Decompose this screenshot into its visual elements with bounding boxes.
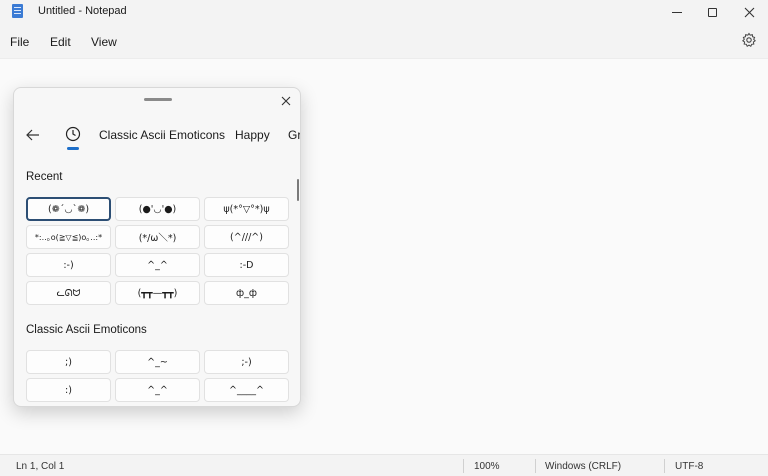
close-icon [281, 96, 291, 106]
maximize-icon [707, 7, 717, 17]
category-tabs: Classic Ascii Emoticons Happy Gr [14, 122, 300, 156]
maximize-button[interactable] [694, 0, 730, 24]
close-button[interactable] [731, 0, 767, 24]
tab-recent[interactable] [64, 125, 82, 143]
emoticon-button[interactable]: ^_^ [115, 378, 200, 402]
emoticon-button[interactable]: (❁´◡`❁) [26, 197, 111, 221]
menu-view[interactable]: View [91, 35, 117, 49]
emoticon-button[interactable]: ^_^ [115, 253, 200, 277]
emoticon-button[interactable]: ;-) [204, 350, 289, 374]
emoticon-button[interactable]: (┳┳—┳┳) [115, 281, 200, 305]
window-title: Untitled - Notepad [38, 5, 127, 17]
minimize-button[interactable] [659, 0, 695, 24]
scrollbar-thumb[interactable] [297, 179, 299, 201]
close-icon [744, 7, 754, 17]
gear-icon [742, 32, 756, 48]
emoticon-button[interactable]: (●'◡'●) [115, 197, 200, 221]
emoticon-button[interactable]: ^_~ [115, 350, 200, 374]
back-button[interactable] [24, 126, 42, 144]
zoom-level[interactable]: 100% [474, 461, 500, 472]
title-bar: Untitled - Notepad [0, 0, 768, 24]
emoticon-button[interactable]: (*/ω＼*) [115, 225, 200, 249]
cursor-position: Ln 1, Col 1 [16, 461, 65, 472]
emoticon-button[interactable]: ф_ф [204, 281, 289, 305]
menu-file[interactable]: File [10, 35, 29, 49]
clock-icon [65, 126, 81, 142]
status-bar: Ln 1, Col 1 100% Windows (CRLF) UTF-8 [0, 454, 768, 476]
tab-happy[interactable]: Happy [235, 128, 270, 142]
menu-bar: File Edit View [0, 28, 768, 56]
notepad-icon [12, 4, 23, 18]
status-divider [463, 459, 464, 473]
tab-more[interactable]: Gr [288, 128, 300, 142]
section-title-classic: Classic Ascii Emoticons [26, 324, 147, 336]
emoticon-button[interactable]: (^///^) [204, 225, 289, 249]
emoticon-button[interactable]: *:..｡o(≧▽≦)o｡..:* [26, 225, 111, 249]
line-ending[interactable]: Windows (CRLF) [545, 461, 621, 472]
minimize-icon [672, 11, 682, 13]
emoticon-button[interactable]: ^____^ [204, 378, 289, 402]
emoticon-button[interactable]: ;) [26, 350, 111, 374]
status-divider [664, 459, 665, 473]
panel-close-button[interactable] [278, 93, 294, 109]
status-divider [535, 459, 536, 473]
settings-button[interactable] [741, 32, 757, 48]
active-tab-indicator [67, 147, 79, 150]
emoticon-button[interactable]: :-) [26, 253, 111, 277]
emoticon-button[interactable]: :) [26, 378, 111, 402]
encoding[interactable]: UTF-8 [675, 461, 703, 472]
menu-edit[interactable]: Edit [50, 35, 71, 49]
emoticon-button[interactable]: :-D [204, 253, 289, 277]
emoticon-button[interactable]: ᓚᘏᗢ [26, 281, 111, 305]
section-title-recent: Recent [26, 171, 63, 183]
tab-classic-ascii[interactable]: Classic Ascii Emoticons [99, 128, 225, 142]
emoji-panel: Classic Ascii Emoticons Happy Gr Recent … [13, 87, 301, 407]
drag-handle[interactable] [144, 98, 172, 101]
back-arrow-icon [26, 129, 39, 141]
emoticon-button[interactable]: ψ(*°▽°*)ψ [204, 197, 289, 221]
